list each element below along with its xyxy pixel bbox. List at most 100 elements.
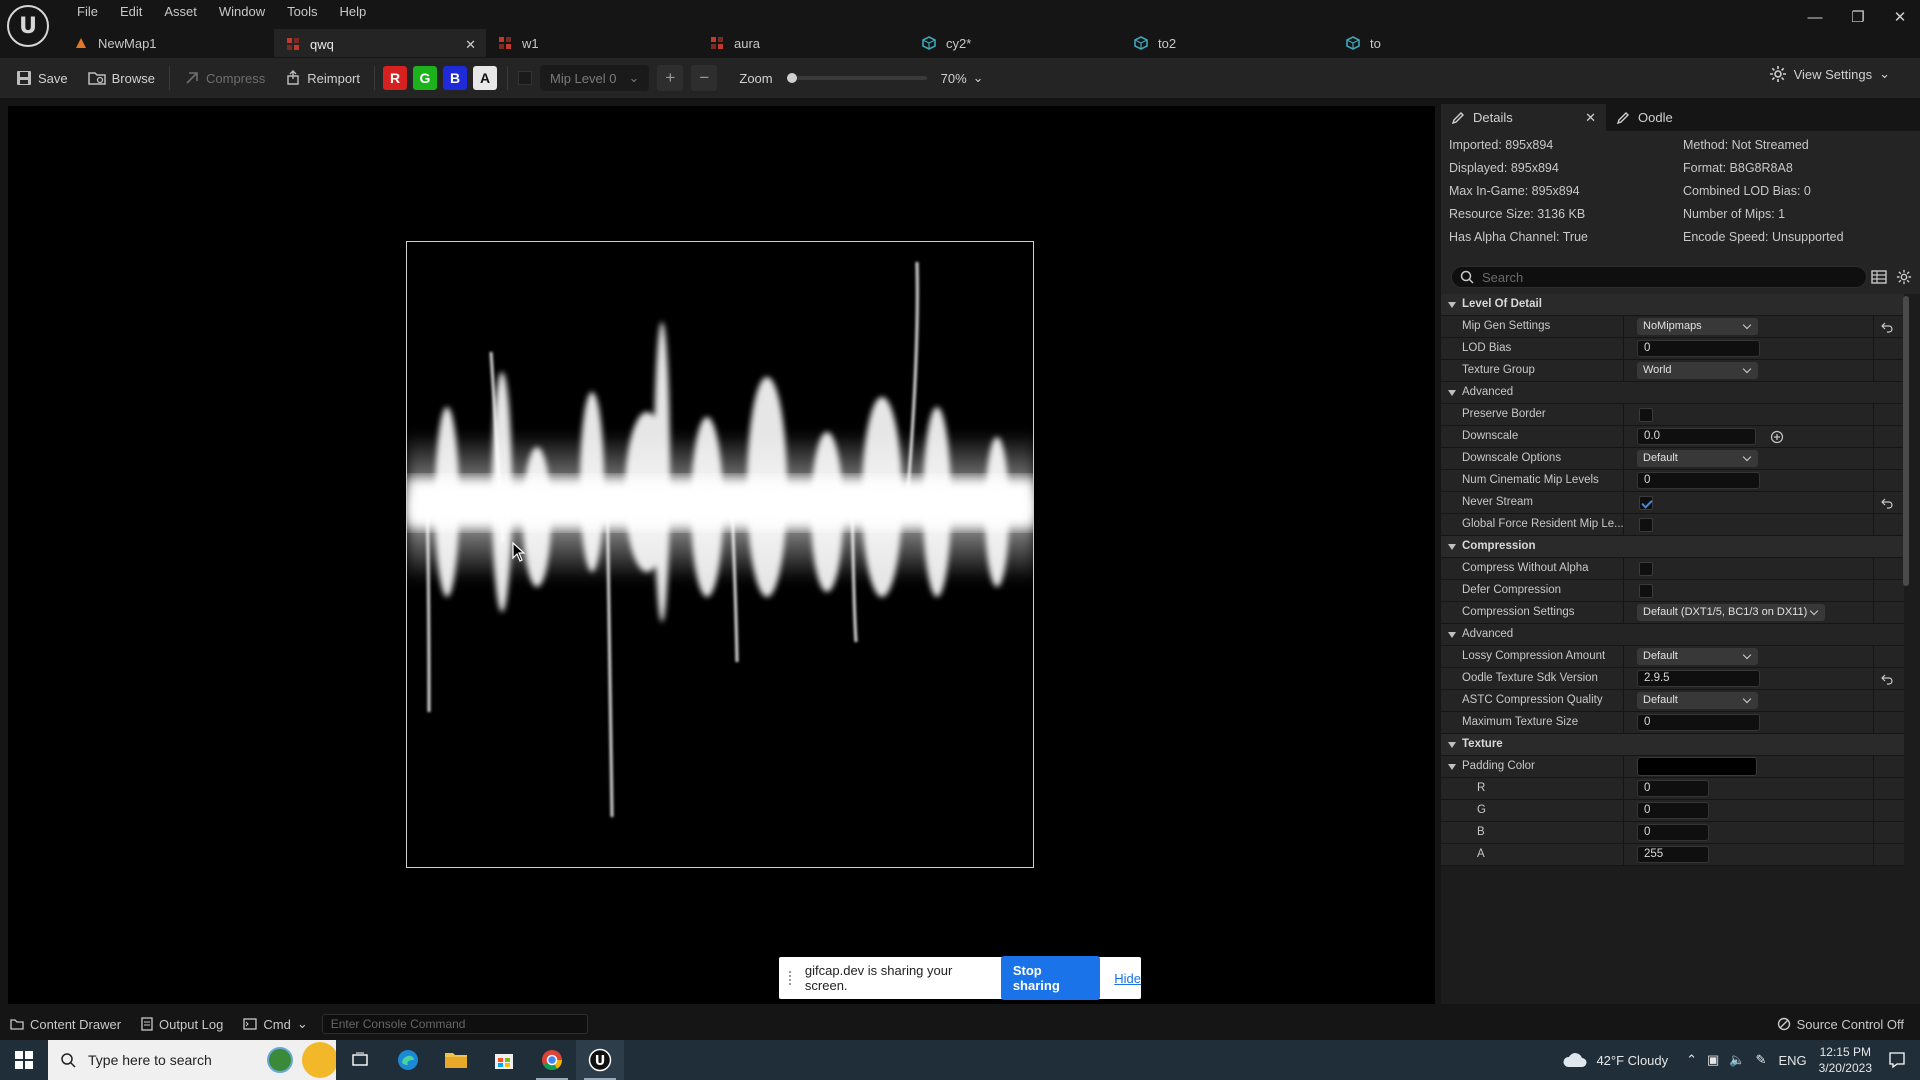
column-divider[interactable]: [1623, 668, 1624, 690]
clock[interactable]: 12:15 PM 3/20/2023: [1819, 1044, 1872, 1076]
column-divider[interactable]: [1623, 558, 1624, 580]
tab-w1[interactable]: w1: [486, 29, 698, 57]
property-input[interactable]: 0: [1637, 472, 1760, 489]
mip-increase-button[interactable]: +: [657, 65, 684, 91]
column-divider[interactable]: [1623, 316, 1624, 338]
close-tab-icon[interactable]: ✕: [1585, 110, 1596, 126]
store-app[interactable]: [480, 1040, 528, 1080]
tab-newmap1[interactable]: NewMap1: [62, 29, 274, 57]
column-divider[interactable]: [1623, 338, 1624, 360]
property-checkbox[interactable]: [1639, 408, 1653, 422]
gear-icon[interactable]: [1896, 269, 1912, 285]
expand-triangle-icon[interactable]: [1448, 544, 1456, 550]
menu-file[interactable]: File: [66, 2, 109, 22]
view-settings-button[interactable]: View Settings ⌄: [1769, 65, 1890, 83]
compress-button[interactable]: Compress: [174, 63, 275, 93]
column-divider[interactable]: [1623, 822, 1624, 844]
column-divider[interactable]: [1623, 580, 1624, 602]
property-checkbox[interactable]: [1639, 584, 1653, 598]
tab-qwq[interactable]: qwq ✕: [274, 29, 486, 57]
task-view-button[interactable]: [336, 1040, 384, 1080]
zoom-slider[interactable]: [786, 73, 927, 83]
property-dropdown[interactable]: Default: [1637, 692, 1758, 709]
notification-icon[interactable]: [1888, 1051, 1906, 1069]
menu-window[interactable]: Window: [208, 2, 276, 22]
property-checkbox[interactable]: [1639, 518, 1653, 532]
property-row-texture[interactable]: Texture: [1441, 734, 1904, 756]
restore-icon[interactable]: ❐: [1843, 4, 1873, 30]
zoom-slider-handle[interactable]: [786, 73, 797, 83]
chrome-app[interactable]: [528, 1040, 576, 1080]
column-divider[interactable]: [1623, 426, 1624, 448]
column-divider[interactable]: [1623, 602, 1624, 624]
table-view-icon[interactable]: [1871, 270, 1887, 284]
property-checkbox[interactable]: [1639, 562, 1653, 576]
details-search-input[interactable]: Search: [1451, 266, 1867, 288]
drag-handle-icon[interactable]: [789, 971, 793, 985]
column-divider[interactable]: [1623, 844, 1624, 866]
expand-triangle-icon[interactable]: [1448, 302, 1456, 308]
unreal-logo-icon[interactable]: U: [7, 5, 49, 47]
property-row-padding-color[interactable]: Padding Color: [1441, 756, 1904, 778]
column-divider[interactable]: [1623, 646, 1624, 668]
property-input[interactable]: 2.9.5: [1637, 670, 1760, 687]
edge-app[interactable]: [384, 1040, 432, 1080]
channel-r-toggle[interactable]: R: [383, 66, 407, 90]
property-dropdown[interactable]: Default (DXT1/5, BC1/3 on DX11): [1637, 604, 1825, 621]
expand-triangle-icon[interactable]: [1448, 764, 1456, 770]
reimport-button[interactable]: Reimport: [275, 63, 370, 93]
property-input[interactable]: 0: [1637, 340, 1760, 357]
column-divider[interactable]: [1623, 712, 1624, 734]
reset-to-default-icon[interactable]: [1881, 497, 1893, 509]
language-indicator[interactable]: ENG: [1778, 1053, 1806, 1068]
property-dropdown[interactable]: NoMipmaps: [1637, 318, 1758, 335]
property-checkbox[interactable]: [1639, 496, 1653, 510]
close-tab-icon[interactable]: ✕: [465, 37, 476, 53]
output-log-button[interactable]: Output Log: [131, 1010, 233, 1038]
property-row-level-of-detail[interactable]: Level Of Detail: [1441, 294, 1904, 316]
channel-g-toggle[interactable]: G: [413, 66, 437, 90]
chevron-up-icon[interactable]: ⌃: [1686, 1052, 1697, 1068]
source-control-button[interactable]: Source Control Off: [1777, 1017, 1904, 1032]
property-row-advanced[interactable]: Advanced: [1441, 382, 1904, 404]
column-divider[interactable]: [1623, 514, 1624, 536]
volume-icon[interactable]: 🔈: [1729, 1052, 1745, 1068]
tab-oodle[interactable]: Oodle: [1606, 104, 1683, 131]
color-swatch[interactable]: [1637, 757, 1757, 776]
mip-decrease-button[interactable]: −: [691, 65, 718, 91]
menu-asset[interactable]: Asset: [153, 2, 208, 22]
property-row-advanced[interactable]: Advanced: [1441, 624, 1904, 646]
property-dropdown[interactable]: World: [1637, 362, 1758, 379]
mip-lock-checkbox[interactable]: [518, 71, 532, 85]
tab-details[interactable]: Details ✕: [1441, 104, 1606, 131]
property-input[interactable]: 0: [1637, 824, 1709, 841]
reset-to-default-icon[interactable]: [1881, 321, 1893, 333]
network-icon[interactable]: ▣: [1707, 1052, 1719, 1068]
save-button[interactable]: Save: [6, 63, 78, 93]
console-input[interactable]: Enter Console Command: [321, 1014, 588, 1034]
taskbar-search-input[interactable]: Type here to search: [48, 1040, 336, 1080]
browse-button[interactable]: Browse: [78, 63, 165, 93]
column-divider[interactable]: [1623, 778, 1624, 800]
expand-triangle-icon[interactable]: [1448, 742, 1456, 748]
file-explorer-app[interactable]: [432, 1040, 480, 1080]
property-dropdown[interactable]: Default: [1637, 450, 1758, 467]
details-scrollbar[interactable]: [1903, 296, 1909, 586]
column-divider[interactable]: [1623, 404, 1624, 426]
content-drawer-button[interactable]: Content Drawer: [0, 1010, 131, 1038]
column-divider[interactable]: [1623, 448, 1624, 470]
zoom-select[interactable]: 70% ⌄: [941, 70, 984, 86]
column-divider[interactable]: [1623, 690, 1624, 712]
unreal-app[interactable]: U: [576, 1040, 624, 1080]
menu-edit[interactable]: Edit: [109, 2, 153, 22]
property-input[interactable]: 0: [1637, 802, 1709, 819]
property-input[interactable]: 0: [1637, 780, 1709, 797]
column-divider[interactable]: [1623, 756, 1624, 778]
expand-triangle-icon[interactable]: [1448, 632, 1456, 638]
column-divider[interactable]: [1623, 492, 1624, 514]
menu-help[interactable]: Help: [328, 2, 377, 22]
minimize-icon[interactable]: —: [1800, 4, 1830, 30]
column-divider[interactable]: [1623, 470, 1624, 492]
tab-to[interactable]: to: [1334, 29, 1546, 57]
channel-a-toggle[interactable]: A: [473, 66, 497, 90]
